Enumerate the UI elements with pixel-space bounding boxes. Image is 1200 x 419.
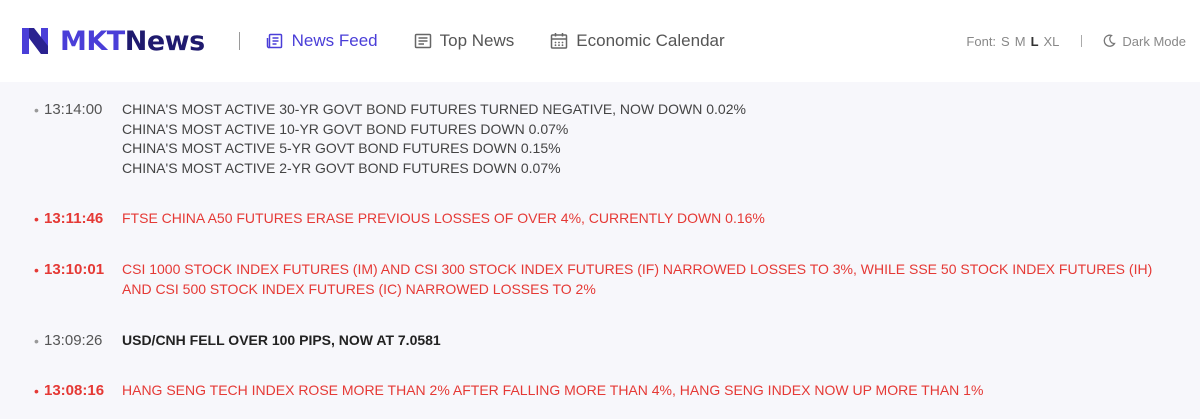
news-line: CHINA'S MOST ACTIVE 2-YR GOVT BOND FUTUR… [122,159,561,176]
news-text: USD/CNH FELL OVER 100 PIPS, NOW AT 7.058… [122,331,1200,351]
logo[interactable]: MKTNews [20,21,205,61]
bullet: • [34,262,39,278]
header-divider [238,32,240,50]
nav-economic-calendar-label: Economic Calendar [576,31,725,50]
font-size-s[interactable]: S [1001,34,1010,49]
nav-top-news[interactable]: Top News [414,31,515,51]
news-time: 13:09:26 [44,332,103,349]
news-line: CHINA'S MOST ACTIVE 30-YR GOVT BOND FUTU… [122,101,746,117]
dark-mode-toggle[interactable]: Dark Mode [1102,34,1186,49]
calendar-icon [551,33,568,49]
nav-economic-calendar[interactable]: Economic Calendar [550,31,725,51]
settings-divider [1081,35,1083,47]
bullet: • [34,102,39,118]
news-time: 13:08:16 [44,382,105,399]
nav-news-feed-label: News Feed [291,31,378,50]
nav-news-feed[interactable]: News Feed [266,31,378,51]
news-line: HANG SENG TECH INDEX ROSE MORE THAN 2% A… [122,382,984,398]
news-line: CHINA'S MOST ACTIVE 10-YR GOVT BOND FUTU… [122,120,569,137]
logo-text: MKTNews [60,28,205,55]
news-text: CSI 1000 STOCK INDEX FUTURES (IM) AND CS… [122,260,1200,299]
font-label: Font: [966,33,997,49]
news-feed-icon [266,33,282,49]
display-settings: Font: S M L XL Dark Mode [966,34,1186,49]
news-text: FTSE CHINA A50 FUTURES ERASE PREVIOUS LO… [122,209,1200,229]
news-line: CHINA'S MOST ACTIVE 5-YR GOVT BOND FUTUR… [122,140,561,156]
news-item[interactable]: • 13:11:46 FTSE CHINA A50 FUTURES ERASE … [0,209,1200,229]
main-nav: News Feed Top News Economic Calendar [266,31,725,51]
moon-icon [1104,34,1117,47]
logo-n-icon [22,28,48,54]
news-item[interactable]: • 13:09:26 USD/CNH FELL OVER 100 PIPS, N… [0,331,1200,351]
top-news-icon [414,33,431,49]
nav-top-news-label: Top News [439,31,515,50]
font-size-selector: Font: S M L XL [966,34,1059,49]
news-text: CHINA'S MOST ACTIVE 30-YR GOVT BOND FUTU… [122,100,1200,178]
bullet: • [34,383,39,399]
dark-mode-label: Dark Mode [1122,33,1186,49]
font-size-xl[interactable]: XL [1044,34,1060,49]
news-item[interactable]: • 13:14:00 CHINA'S MOST ACTIVE 30-YR GOV… [0,100,1200,178]
font-size-m[interactable]: M [1015,34,1026,49]
news-item[interactable]: • 13:08:16 HANG SENG TECH INDEX ROSE MOR… [0,381,1200,401]
bullet: • [34,333,39,349]
news-line: CSI 1000 STOCK INDEX FUTURES (IM) AND CS… [122,261,1153,297]
font-size-l[interactable]: L [1031,34,1039,49]
bullet: • [34,211,39,227]
logo-news: News [124,25,205,57]
news-time: 13:10:01 [44,261,105,278]
news-line: USD/CNH FELL OVER 100 PIPS, NOW AT 7.058… [122,332,441,348]
logo-mkt: MKT [60,25,125,57]
top-navigation-bar: MKTNews News Feed Top News Economic Cale… [0,0,1200,82]
news-feed: • 13:14:00 CHINA'S MOST ACTIVE 30-YR GOV… [0,82,1200,401]
news-text: HANG SENG TECH INDEX ROSE MORE THAN 2% A… [122,381,1200,401]
news-time: 13:14:00 [44,101,103,118]
news-time: 13:11:46 [44,210,104,227]
news-item[interactable]: • 13:10:01 CSI 1000 STOCK INDEX FUTURES … [0,260,1200,299]
news-line: FTSE CHINA A50 FUTURES ERASE PREVIOUS LO… [122,210,765,226]
